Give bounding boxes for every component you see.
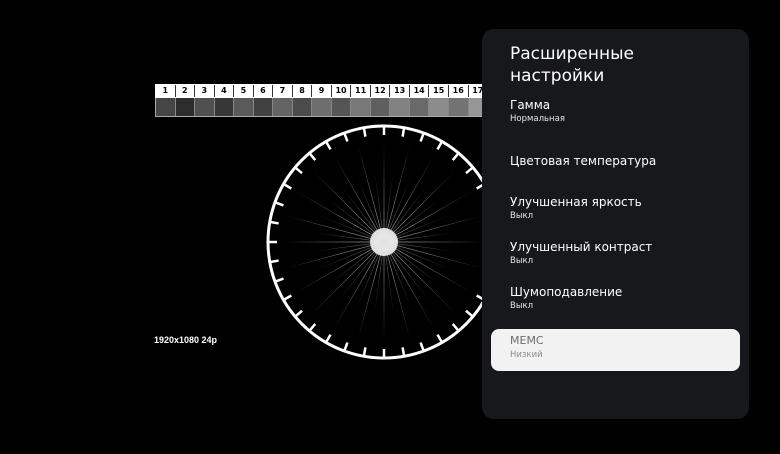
gray-swatch [292,98,313,116]
menu-item-gamma[interactable]: Гамма Нормальная [491,93,740,138]
ruler-number: 13 [390,85,410,97]
ruler-numbers: 1 2 3 4 5 6 7 8 9 10 11 12 13 14 15 16 1… [155,84,489,98]
gray-swatch [390,98,410,116]
menu-item-label: MEMC [510,334,544,347]
ruler-number: 11 [351,85,371,97]
advanced-settings-panel: Расширенные настройки Гамма Нормальная Ц… [482,29,749,419]
star-center [370,228,398,256]
ruler-number: 5 [234,85,254,97]
gray-swatches [155,98,489,117]
dial-tick [269,259,279,264]
ruler-number: 14 [410,85,430,97]
ruler-number: 4 [215,85,235,97]
menu-item-enhanced-contrast[interactable]: Улучшенный контраст Выкл [491,235,740,280]
menu-item-value: Нормальная [510,114,565,124]
gray-swatch [448,98,469,116]
gray-swatch [370,98,391,116]
menu-item-noise-reduction[interactable]: Шумоподавление Выкл [491,280,740,325]
gray-swatch [253,98,274,116]
ruler-number: 16 [449,85,469,97]
ruler-number: 12 [371,85,391,97]
gray-swatch [331,98,352,116]
ruler-number: 7 [273,85,293,97]
ruler-number: 3 [195,85,215,97]
dial-tick [401,127,406,137]
menu-item-label: Гамма [510,98,551,112]
gray-swatch [195,98,215,116]
menu-item-value: Выкл [510,211,534,221]
ruler-number: 9 [312,85,332,97]
menu-item-memc[interactable]: MEMC Низкий [491,329,740,371]
resolution-label: 1920x1080 24p [154,335,218,345]
menu-item-label: Улучшенный контраст [510,240,653,254]
menu-item-label: Улучшенная яркость [510,195,642,209]
ruler-number: 10 [332,85,352,97]
gray-swatch [429,98,449,116]
dial-tick [269,220,279,225]
ruler-number: 8 [293,85,313,97]
settings-menu: Гамма Нормальная Цветовая температура Ул… [491,93,740,371]
ruler-number: 1 [156,85,176,97]
menu-item-value: Выкл [510,256,534,266]
dial-tick [362,127,367,137]
ruler-number: 6 [254,85,274,97]
menu-item-label: Цветовая температура [510,154,657,168]
ruler-number: 15 [429,85,449,97]
dial-tick [401,347,406,357]
siemens-star-chart [266,124,502,360]
gray-swatch [351,98,371,116]
panel-title: Расширенные настройки [510,44,634,86]
gray-swatch [409,98,430,116]
dial-tick [362,347,367,357]
gray-swatch [312,98,332,116]
gray-swatch [156,98,176,116]
menu-item-label: Шумоподавление [510,285,623,299]
menu-item-value: Низкий [510,350,543,360]
menu-item-value: Выкл [510,301,534,311]
gray-swatch [234,98,254,116]
gray-scale-ruler: 1 2 3 4 5 6 7 8 9 10 11 12 13 14 15 16 1… [155,84,489,117]
ruler-number: 2 [176,85,196,97]
gray-swatch [214,98,235,116]
menu-item-enhanced-brightness[interactable]: Улучшенная яркость Выкл [491,190,740,235]
gray-swatch [175,98,196,116]
menu-item-color-temperature[interactable]: Цветовая температура [491,138,740,190]
gray-swatch [273,98,293,116]
